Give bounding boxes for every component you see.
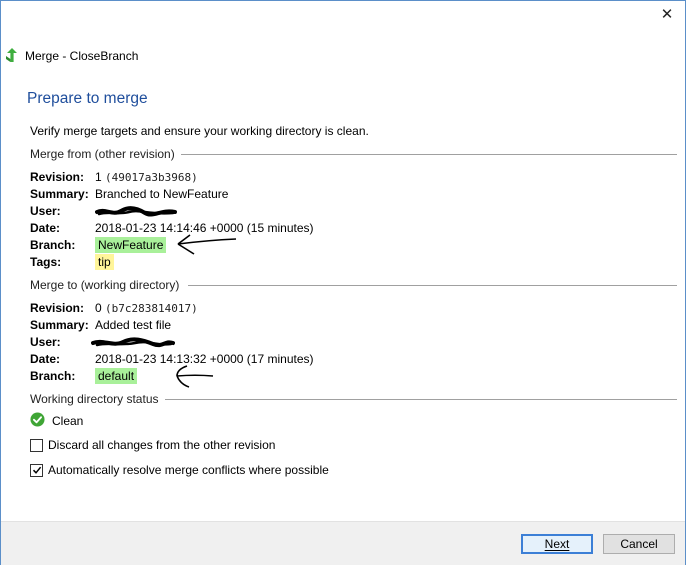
merge-arrow-icon [5, 47, 19, 66]
checkmark-icon [32, 466, 41, 474]
tag-badge: tip [95, 254, 114, 270]
merge-dialog: ✕ Merge - CloseBranch Prepare to merge V… [0, 0, 686, 565]
cancel-button[interactable]: Cancel [603, 534, 675, 554]
working-status-row: Clean [30, 412, 83, 430]
working-status-text: Clean [52, 414, 84, 428]
dialog-footer: Next Cancel [1, 521, 685, 565]
merge-to-date-label: Date: [30, 352, 61, 366]
check-circle-icon [30, 412, 45, 430]
page-title: Prepare to merge [27, 90, 148, 107]
autoresolve-checkbox[interactable] [30, 463, 43, 477]
autoresolve-label[interactable]: Automatically resolve merge conflicts wh… [48, 463, 329, 477]
merge-from-header: Merge from (other revision) [30, 147, 175, 161]
merge-from-branch-label: Branch: [30, 238, 76, 252]
discard-option[interactable]: Discard all changes from the other revis… [30, 438, 275, 452]
merge-from-user-label: User: [30, 204, 61, 218]
working-status-divider [165, 399, 677, 400]
branch-badge: default [95, 368, 138, 384]
discard-checkbox[interactable] [30, 438, 43, 452]
merge-to-summary-label: Summary: [30, 318, 89, 332]
merge-from-summary-value: Branched to NewFeature [95, 187, 229, 201]
merge-to-revision-label: Revision: [30, 301, 85, 315]
arrow-annotation-icon [177, 234, 237, 255]
merge-to-branch-value: default [95, 368, 138, 384]
merge-to-revision-number: 0 [95, 301, 102, 315]
merge-from-divider [181, 154, 677, 155]
merge-from-revision-label: Revision: [30, 170, 85, 184]
merge-to-branch-label: Branch: [30, 369, 76, 383]
merge-to-divider [188, 285, 677, 286]
merge-to-revision-value: 0 (b7c283814017) [95, 301, 198, 315]
close-icon[interactable]: ✕ [657, 5, 677, 25]
next-button[interactable]: Next [521, 534, 593, 554]
merge-from-revision-value: 1 (49017a3b3968) [95, 170, 198, 184]
autoresolve-option[interactable]: Automatically resolve merge conflicts wh… [30, 463, 329, 477]
merge-to-header: Merge to (working directory) [30, 278, 180, 292]
working-status-header: Working directory status [30, 392, 159, 406]
merge-from-tags-label: Tags: [30, 255, 62, 269]
window-title: Merge - CloseBranch [25, 49, 139, 63]
next-button-label: Next [544, 537, 570, 551]
merge-to-user-label: User: [30, 335, 61, 349]
merge-from-branch-value: NewFeature [95, 237, 167, 253]
arrow-annotation-icon [176, 365, 214, 388]
branch-badge: NewFeature [95, 237, 167, 253]
merge-from-summary-label: Summary: [30, 187, 89, 201]
merge-from-revision-hash: (49017a3b3968) [105, 171, 198, 184]
merge-from-date-label: Date: [30, 221, 61, 235]
merge-from-revision-number: 1 [95, 170, 102, 184]
title-bar: Merge - CloseBranch [5, 47, 138, 65]
redacted-user-scribble [95, 206, 177, 217]
redacted-user-scribble [91, 337, 175, 348]
intro-text: Verify merge targets and ensure your wor… [30, 124, 369, 138]
merge-from-tags-value: tip [95, 254, 114, 270]
merge-to-summary-value: Added test file [95, 318, 172, 332]
discard-label[interactable]: Discard all changes from the other revis… [48, 438, 275, 452]
merge-to-revision-hash: (b7c283814017) [105, 302, 198, 315]
